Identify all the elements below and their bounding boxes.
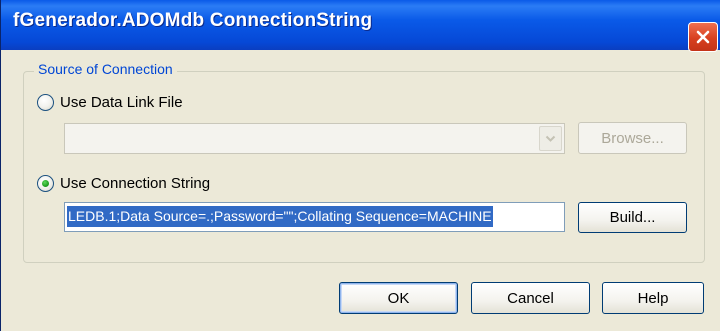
connection-string-radio[interactable] bbox=[37, 175, 54, 192]
data-link-file-combo bbox=[64, 123, 565, 154]
connection-string-label: Use Connection String bbox=[60, 175, 211, 192]
build-button[interactable]: Build... bbox=[578, 202, 687, 233]
close-button[interactable] bbox=[688, 22, 718, 52]
connection-string-input[interactable]: LEDB.1;Data Source=.;Password="";Collati… bbox=[64, 202, 565, 232]
combo-dropdown-button bbox=[539, 126, 562, 151]
close-icon bbox=[696, 30, 710, 44]
window-title: fGenerador.ADOMdb ConnectionString bbox=[13, 10, 373, 31]
cancel-button[interactable]: Cancel bbox=[471, 282, 590, 314]
data-link-option[interactable]: Use Data Link File bbox=[37, 94, 183, 111]
browse-button: Browse... bbox=[578, 122, 687, 154]
ok-button[interactable]: OK bbox=[339, 282, 458, 314]
connection-string-value: LEDB.1;Data Source=.;Password="";Collati… bbox=[67, 206, 493, 227]
chevron-down-icon bbox=[545, 135, 556, 142]
connection-string-option[interactable]: Use Connection String bbox=[37, 175, 210, 192]
data-link-radio[interactable] bbox=[37, 94, 54, 111]
title-bar[interactable]: fGenerador.ADOMdb ConnectionString bbox=[1, 0, 720, 52]
help-button[interactable]: Help bbox=[602, 282, 704, 314]
dialog-window: fGenerador.ADOMdb ConnectionString Sourc… bbox=[0, 0, 720, 331]
group-legend: Source of Connection bbox=[34, 61, 177, 77]
data-link-label: Use Data Link File bbox=[60, 94, 183, 111]
